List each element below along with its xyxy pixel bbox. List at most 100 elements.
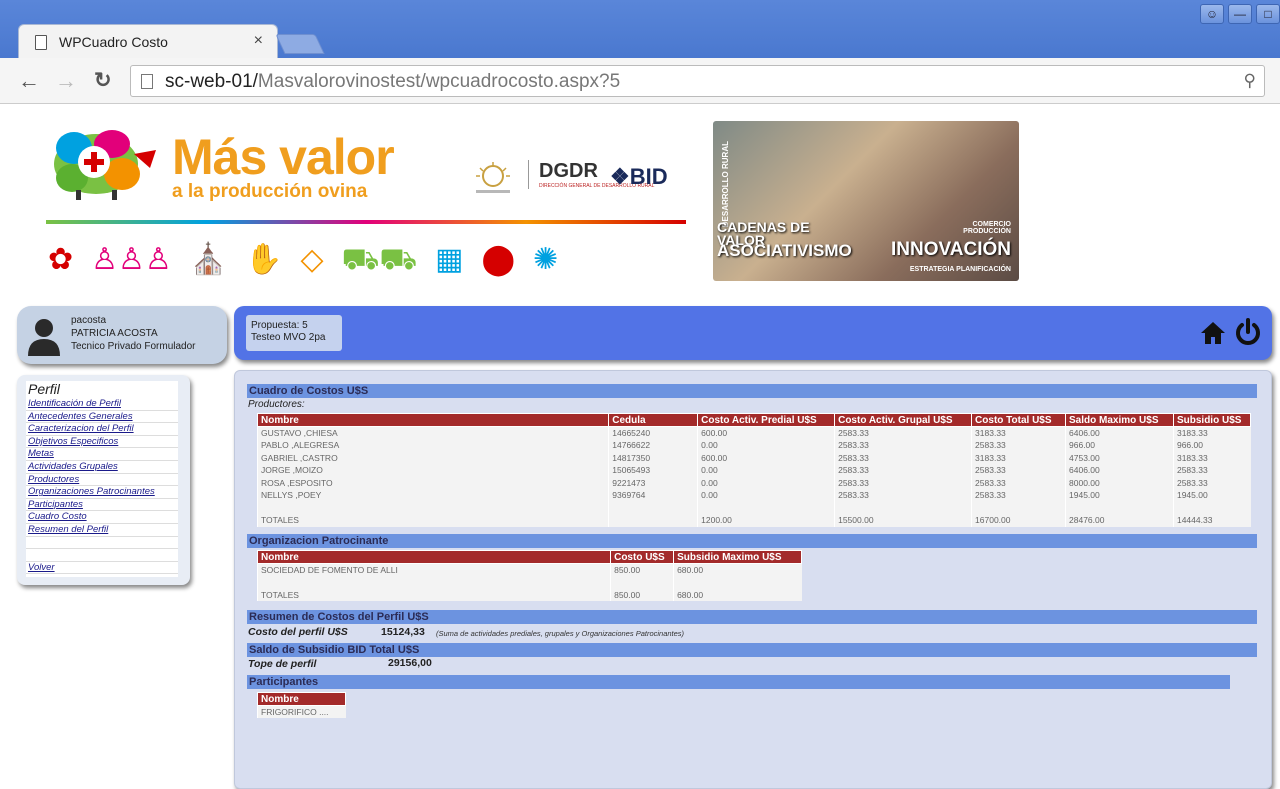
cell: 6406.00	[1065, 426, 1174, 439]
cell: 2583.33	[1172, 464, 1251, 477]
sheep-icon: ✿	[48, 243, 74, 276]
col-nombre: Nombre	[256, 413, 610, 427]
reload-icon[interactable]: ↻	[94, 68, 112, 93]
cell: 680.00	[673, 563, 802, 576]
cell: 0.00	[697, 464, 835, 477]
cell: 15065493	[608, 464, 698, 477]
cell: 14817350	[608, 451, 698, 464]
cell: 2583.33	[834, 489, 972, 502]
table-row: GUSTAVO ,CHIESA 14665240 600.00 2583.33 3183…	[256, 426, 1251, 439]
sidebar-item-caracterizacion[interactable]: Caracterizacion del Perfil	[26, 423, 178, 436]
sidebar-item-participantes[interactable]: Participantes	[26, 499, 178, 512]
brand-title: Más valor	[172, 129, 395, 185]
totals-row: TOTALES 1200.00 15500.00 16700.00 28476.00 14…	[256, 514, 1251, 527]
zoom-icon[interactable]: ⚲	[1244, 71, 1256, 91]
col-subsidio: Subsidio U$S	[1172, 413, 1252, 427]
cell: 966.00	[1172, 439, 1251, 452]
sidebar-item-productores[interactable]: Productores	[26, 474, 178, 487]
table-spacer-row	[256, 501, 1251, 514]
user-role: Tecnico Privado Formulador	[71, 341, 196, 352]
tab-title: WPCuadro Costo	[59, 34, 168, 50]
cell: TOTALES	[256, 588, 611, 601]
totals-row: TOTALES 850.00 680.00	[256, 588, 802, 601]
user-profile-icon[interactable]: ☺	[1200, 4, 1224, 24]
tope-perfil-value: 29156,00	[388, 657, 432, 669]
proposal-number: Propuesta: 5	[251, 320, 308, 331]
costo-perfil-note: (Suma de actividades prediales, grupales…	[436, 629, 685, 638]
new-tab-button[interactable]	[275, 34, 325, 54]
table-row: SOCIEDAD DE FOMENTO DE ALLI 850.00 680.00	[256, 563, 802, 576]
cell: 1945.00	[1172, 489, 1251, 502]
cell: 9221473	[608, 476, 698, 489]
forward-arrow-icon[interactable]: →	[55, 68, 77, 94]
cell: 3183.33	[971, 426, 1066, 439]
maximize-icon[interactable]: □	[1256, 4, 1280, 24]
ministry-emblem-icon	[476, 162, 510, 193]
col-costo: Costo U$S	[610, 550, 675, 564]
address-bar[interactable]: sc-web-01/Masvalorovinostest/wpcuadrocos…	[130, 65, 1265, 97]
cell: 15500.00	[834, 514, 972, 527]
tab-close-icon[interactable]: ×	[254, 32, 263, 50]
store-icon: ▦	[435, 243, 464, 276]
back-arrow-icon[interactable]: ←	[18, 68, 40, 94]
col-costo-predial: Costo Activ. Predial U$S	[697, 413, 836, 427]
cell: TOTALES	[256, 514, 609, 527]
cell: 2583.33	[834, 451, 972, 464]
browser-tab[interactable]: WPCuadro Costo ×	[18, 24, 278, 58]
productores-table: Nombre Cedula Costo Activ. Predial U$S C…	[256, 413, 1252, 527]
sidebar-item-cuadro-costo[interactable]: Cuadro Costo	[26, 511, 178, 524]
browser-toolbar: ← → ↻ sc-web-01/Masvalorovinostest/wpcua…	[0, 58, 1280, 104]
sidebar-item-resumen[interactable]: Resumen del Perfil	[26, 524, 178, 537]
cell: 14444.33	[1172, 514, 1251, 527]
cell: 2583.33	[971, 439, 1066, 452]
costo-perfil-label: Costo del perfil U$S	[248, 626, 348, 638]
sidebar-item-objetivos[interactable]: Objetivos Especificos	[26, 436, 178, 449]
proposal-name: Testeo MVO 2pa	[251, 332, 326, 343]
sector-icons-row: ✿ ♙♙♙ ⛪ ✋ ◇ ⛟⛟ ▦ ⬤ ✺	[48, 238, 688, 282]
resumen-title: Resumen de Costos del Perfil U$S	[247, 610, 1257, 624]
table-row: NELLYS ,POEY 9369764 0.00 2583.33 2583.33 194…	[256, 489, 1251, 502]
cell: 2583.33	[971, 464, 1066, 477]
main-content: Cuadro de Costos U$S Productores: Nombre…	[234, 370, 1272, 789]
photo-text-desarrollo: DESARROLLO RURAL	[721, 141, 730, 228]
sidebar-item-metas[interactable]: Metas	[26, 448, 178, 461]
sidebar-item-organizaciones[interactable]: Organizaciones Patrocinantes	[26, 486, 178, 499]
user-full-name: PATRICIA ACOSTA	[71, 328, 158, 339]
people-icon: ♙♙♙	[91, 243, 172, 276]
table-row: ROSA ,ESPOSITO 9221473 0.00 2583.33 2583.33 8…	[256, 476, 1251, 489]
sidebar-item-antecedentes[interactable]: Antecedentes Generales	[26, 411, 178, 424]
col-costo-grupal: Costo Activ. Grupal U$S	[834, 413, 973, 427]
home-icon[interactable]	[1200, 320, 1226, 346]
cell: 2583.33	[971, 476, 1066, 489]
cell: 2583.33	[1172, 476, 1251, 489]
table-row: JORGE ,MOIZO 15065493 0.00 2583.33 2583.33 64…	[256, 464, 1251, 477]
photo-text-estrategia: ESTRATEGIA PLANIFICACIÓN	[909, 266, 1011, 273]
url-text: sc-web-01/Masvalorovinostest/wpcuadrocos…	[165, 71, 621, 92]
sidebar-item-actividades[interactable]: Actividades Grupales	[26, 461, 178, 474]
cell: 850.00	[610, 563, 674, 576]
cell: 3183.33	[1172, 451, 1251, 464]
participantes-table: Nombre FRIGORIFICO ....	[257, 692, 346, 718]
page-icon	[141, 74, 153, 89]
brand-subtitle: a la producción ovina	[172, 181, 368, 202]
cell: 28476.00	[1065, 514, 1174, 527]
cell: 0.00	[697, 476, 835, 489]
proposal-box: Propuesta: 5 Testeo MVO 2pa	[246, 315, 342, 351]
power-icon[interactable]	[1234, 318, 1262, 346]
cell: 2583.33	[834, 476, 972, 489]
sidebar-menu: Perfil Identificación de Perfil Antecede…	[26, 381, 178, 577]
minimize-icon[interactable]: —	[1228, 4, 1252, 24]
cell: 600.00	[697, 426, 835, 439]
cell: JORGE ,MOIZO	[256, 464, 609, 477]
cell: 2583.33	[834, 426, 972, 439]
cell: NELLYS ,POEY	[256, 489, 609, 502]
table-header-row: Nombre Costo U$S Subsidio Maximo U$S	[256, 550, 802, 564]
cell: 2583.33	[834, 464, 972, 477]
col-saldo-maximo: Saldo Maximo U$S	[1065, 413, 1174, 427]
back-link[interactable]: Volver	[26, 562, 178, 575]
cell: PABLO ,ALEGRESA	[256, 439, 609, 452]
sidebar-item-identificacion[interactable]: Identificación de Perfil	[26, 398, 178, 411]
barn-icon: ⛪	[189, 243, 228, 276]
cell: 680.00	[673, 588, 802, 601]
cell: 0.00	[697, 439, 835, 452]
